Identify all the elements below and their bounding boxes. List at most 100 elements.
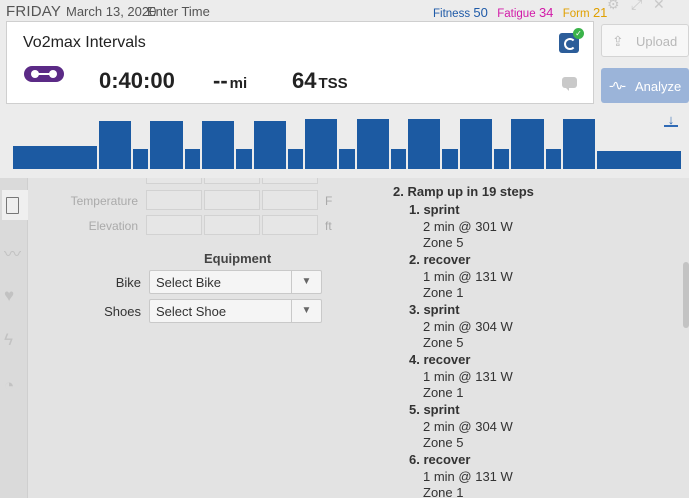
step-name: 2. recover [409,252,471,267]
expand-icon[interactable]: ⤢ [631,0,642,13]
close-icon[interactable]: ✕ [653,0,665,13]
step-detail: 1 min @ 131 W [423,469,513,484]
profile-interval-bar [545,148,561,169]
bike-select[interactable]: Select Bike ▼ [149,270,322,294]
pulse-icon: -∿- [609,77,626,93]
temperature-label: Temperature [70,194,138,208]
input-cell[interactable] [262,178,318,184]
profile-interval-bar [494,148,510,169]
step-name: 4. recover [409,352,471,367]
workout-title[interactable]: Vo2max Intervals [23,34,146,52]
fitness-metrics: Fitness 50 Fatigue 34 Form 21 [433,5,613,20]
workout-profile-chart [12,118,682,169]
profile-interval-bar [98,120,132,169]
bike-label: Bike [115,275,141,290]
profile-interval-bar [287,148,304,169]
profile-interval-bar [459,119,492,169]
distance-unit: mi [229,75,248,92]
temperature-avg-input[interactable] [204,190,260,210]
profile-interval-bar [184,148,200,169]
input-cell[interactable] [146,178,202,184]
shoes-select[interactable]: Select Shoe ▼ [149,299,322,323]
window-controls: ⚙ ⤢ ✕ [603,0,689,14]
step-zone: Zone 5 [423,335,464,350]
input-cell[interactable] [204,178,260,184]
step-zone: Zone 1 [423,285,464,300]
step-name: 5. sprint [409,402,460,417]
profile-interval-bar [150,120,183,169]
elevation-avg-input[interactable] [262,215,318,235]
profile-interval-bar [597,151,681,169]
day-label: FRIDAY [6,3,62,20]
fatigue-value: 34 [538,5,554,20]
profile-interval-bar [339,148,355,169]
fitness-value: 50 [473,5,488,20]
step-detail: 1 min @ 131 W [423,369,513,384]
check-icon: ✓ [573,28,584,39]
step-detail: 2 min @ 304 W [423,319,513,334]
workout-header: FRIDAY March 13, 2020 Enter Time Fitness… [0,0,689,178]
planned-distance: -- mi [213,68,247,94]
step-zone: Zone 5 [423,235,464,250]
heart-icon[interactable]: ♥ [4,286,14,306]
profile-interval-bar [201,120,235,169]
elevation-loss-input[interactable] [204,215,260,235]
step-name: 1. sprint [409,202,460,217]
distance-value: -- [213,68,228,93]
profile-interval-bar [305,119,338,169]
step-name: 6. recover [409,452,471,467]
profile-interval-bar [442,148,458,169]
lightning-icon[interactable]: ϟ [4,330,13,350]
workout-details-form: Temperature F Elevation ft Equipment Bik… [28,178,380,498]
profile-interval-bar [408,119,441,169]
clock-icon[interactable]: ◔ [4,376,14,396]
workout-card: Vo2max Intervals ✓ 0:40:00 -- mi 64 TSS [6,21,594,104]
analyze-label: Analyze [635,79,682,94]
chart-icon[interactable]: 〰 [4,240,21,265]
comment-icon[interactable] [562,77,577,91]
date-label: March 13, 2020 [66,4,157,19]
chevron-down-icon: ▼ [291,271,321,293]
steps-header: 2. Ramp up in 19 steps [393,184,534,199]
profile-interval-bar [236,148,252,169]
step-name: 3. sprint [409,302,460,317]
step-zone: Zone 1 [423,485,464,498]
planned-duration: 0:40:00 [99,68,175,93]
upload-button[interactable]: ⇪ Upload [601,24,689,57]
scrollbar[interactable] [683,262,689,328]
shoes-select-value: Select Shoe [156,304,227,319]
elevation-label: Elevation [88,219,138,233]
tss-unit: TSS [318,75,348,92]
fitness-label: Fitness [433,8,471,20]
step-zone: Zone 5 [423,435,464,450]
analyze-button[interactable]: -∿- Analyze [601,68,689,103]
profile-interval-bar [562,119,596,169]
gear-icon[interactable]: ⚙ [607,0,620,13]
profile-interval-bar [511,119,544,169]
bike-icon [24,66,64,82]
step-detail: 2 min @ 304 W [423,419,513,434]
fatigue-label: Fatigue [497,8,536,20]
profile-interval-bar [390,148,407,169]
step-detail: 2 min @ 301 W [423,219,513,234]
form-label: Form [562,8,590,20]
planned-tss: 64 TSS [292,68,348,94]
enter-time-link[interactable]: Enter Time [147,4,210,19]
tss-value: 64 [292,68,317,93]
temperature-max-input[interactable] [262,190,318,210]
elevation-gain-input[interactable] [146,215,202,235]
side-icon-rail: 〰 ♥ ϟ ◔ [0,178,28,498]
profile-interval-bar [356,119,389,169]
profile-interval-bar [133,148,149,169]
equipment-title: Equipment [204,251,272,266]
profile-interval-bar [13,146,97,169]
upload-label: Upload [636,34,678,49]
document-icon [6,197,19,214]
workout-steps: 2. Ramp up in 19 steps 1. sprint 2 min @… [380,178,680,498]
temperature-min-input[interactable] [146,190,202,210]
step-detail: 1 min @ 131 W [423,269,513,284]
rail-item-details[interactable] [2,190,28,220]
profile-interval-bar [253,120,286,169]
step-zone: Zone 1 [423,385,464,400]
bike-select-value: Select Bike [156,275,222,290]
